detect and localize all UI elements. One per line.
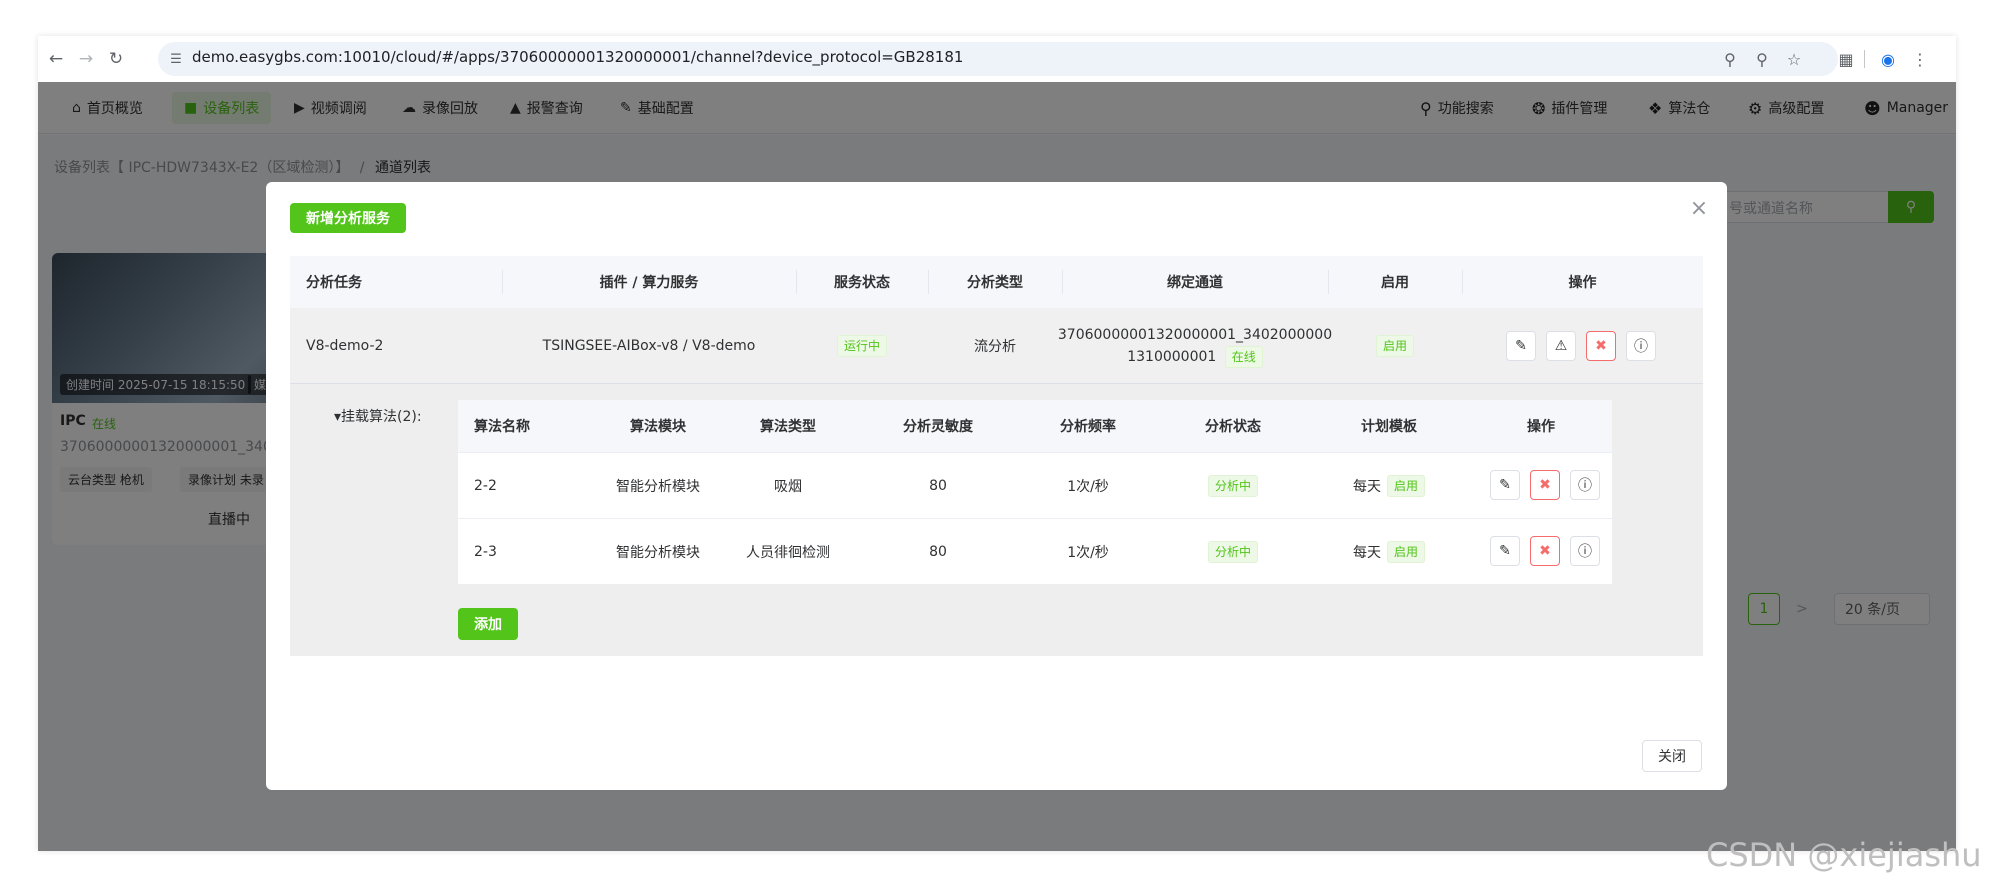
algo-plan: 每天: [1352, 545, 1381, 561]
bound-channel-id-cont: 1310000001 在线: [1127, 346, 1263, 368]
trash-icon: ✖: [1595, 338, 1607, 354]
toolbar-divider: [1864, 50, 1865, 68]
enabled-badge: 启用: [1375, 335, 1414, 357]
add-algorithm-button[interactable]: 添加: [458, 608, 518, 640]
col-header: 服务状态: [834, 275, 890, 291]
info-icon: ⓘ: [1578, 544, 1592, 560]
trash-icon: ✖: [1539, 543, 1551, 559]
col-header: 启用: [1381, 275, 1409, 291]
sub-col-header: 分析状态: [1205, 419, 1261, 435]
col-header: 操作: [1568, 275, 1597, 291]
bound-channel-id-tail: 1310000001: [1127, 349, 1217, 365]
algo-name: 2-3: [474, 544, 497, 560]
url-text[interactable]: demo.easygbs.com:10010/cloud/#/apps/3706…: [192, 48, 963, 66]
sub-col-header: 算法模块: [630, 419, 686, 435]
info-icon: ⓘ: [1578, 478, 1592, 494]
algorithm-table: 算法名称 算法模块 算法类型 分析灵敏度 分析频率 分析状态 计划模板 操作 2…: [458, 400, 1612, 584]
alarm-light-icon: ⚠: [1554, 338, 1568, 354]
algo-plan-cell: 每天 启用: [1308, 453, 1470, 519]
algo-state-badge: 分析中: [1207, 541, 1258, 563]
algo-frequency: 1次/秒: [1067, 479, 1109, 495]
algo-module: 智能分析模块: [616, 479, 700, 495]
key-icon[interactable]: ⚲: [1718, 47, 1742, 71]
close-dialog-button[interactable]: 关闭: [1642, 740, 1702, 772]
service-status-badge: 运行中: [836, 335, 887, 357]
forward-arrow-icon[interactable]: →: [74, 47, 98, 71]
col-header: 插件 / 算力服务: [599, 275, 699, 291]
sub-col-header: 算法类型: [760, 419, 816, 435]
algo-state-cell: 分析中: [1158, 453, 1308, 519]
table-row[interactable]: V8-demo-2 TSINGSEE-AIBox-v8 / V8-demo 运行…: [290, 308, 1703, 384]
algo-sensitivity: 80: [929, 544, 947, 560]
site-settings-icon[interactable]: ☰: [164, 47, 188, 71]
task-name: V8-demo-2: [306, 338, 384, 354]
edit-icon: ✎: [1499, 477, 1511, 493]
sub-col-header: 操作: [1527, 419, 1555, 435]
bound-channel-id: 37060000001320000001_3402000000: [1057, 327, 1333, 343]
info-button[interactable]: ⓘ: [1626, 331, 1656, 361]
enabled-cell: 启用: [1328, 308, 1462, 384]
mounted-algorithms-toggle[interactable]: ▾挂载算法(2):: [334, 406, 422, 426]
edit-icon: ✎: [1499, 543, 1511, 559]
service-status-cell: 运行中: [796, 308, 928, 384]
algo-info-button[interactable]: ⓘ: [1570, 470, 1600, 500]
add-analysis-service-button[interactable]: 新增分析服务: [290, 203, 406, 233]
service-name: TSINGSEE-AIBox-v8 / V8-demo: [542, 338, 756, 354]
algo-plan-cell: 每天 启用: [1308, 519, 1470, 585]
col-header: 分析任务: [306, 275, 362, 291]
profile-icon[interactable]: ◉: [1876, 47, 1900, 71]
delete-button[interactable]: ✖: [1586, 331, 1616, 361]
algo-delete-button[interactable]: ✖: [1530, 536, 1560, 566]
algorithm-table-header: 算法名称 算法模块 算法类型 分析灵敏度 分析频率 分析状态 计划模板 操作: [458, 400, 1612, 452]
sub-col-header: 分析频率: [1060, 419, 1116, 435]
zoom-icon[interactable]: ⚲: [1750, 47, 1774, 71]
algo-state-cell: 分析中: [1158, 519, 1308, 585]
algo-frequency: 1次/秒: [1067, 545, 1109, 561]
algo-type: 吸烟: [774, 479, 802, 495]
plan-enabled-badge: 启用: [1386, 475, 1425, 497]
algo-edit-button[interactable]: ✎: [1490, 536, 1520, 566]
edit-button[interactable]: ✎: [1506, 331, 1536, 361]
algo-state-badge: 分析中: [1207, 475, 1258, 497]
mounted-algorithms-label: 挂载算法(2):: [341, 409, 422, 425]
analysis-service-dialog: × 新增分析服务 分析任务 插件 / 算力服务 服务状态 分析类型 绑定通道 启…: [266, 182, 1727, 790]
expanded-row: ▾挂载算法(2): 算法名称 算法模块 算法类型 分析灵敏度 分析频率 分析状态…: [290, 384, 1703, 656]
bound-channel-cell: 37060000001320000001_3402000000 13100000…: [1058, 308, 1332, 384]
col-header: 分析类型: [967, 275, 1023, 291]
trash-icon: ✖: [1539, 477, 1551, 493]
sub-col-header: 计划模板: [1361, 419, 1417, 435]
channel-status-badge: 在线: [1224, 346, 1263, 368]
algorithm-row[interactable]: 2-2 智能分析模块 吸烟 80 1次/秒 分析中 每天 启用 ✎ ✖ ⓘ: [458, 452, 1612, 518]
sub-col-header: 分析灵敏度: [903, 419, 973, 435]
alarm-button[interactable]: ⚠: [1546, 331, 1576, 361]
algo-delete-button[interactable]: ✖: [1530, 470, 1560, 500]
table-header: 分析任务 插件 / 算力服务 服务状态 分析类型 绑定通道 启用 操作: [290, 256, 1703, 308]
caret-down-icon: ▾: [334, 409, 342, 425]
sub-col-header: 算法名称: [474, 419, 530, 435]
address-bar-area: ← → ↻ ☰ demo.easygbs.com:10010/cloud/#/a…: [38, 36, 1956, 82]
info-icon: ⓘ: [1634, 339, 1648, 355]
algo-name: 2-2: [474, 478, 497, 494]
close-icon[interactable]: ×: [1689, 196, 1709, 221]
plan-enabled-badge: 启用: [1386, 541, 1425, 563]
star-icon[interactable]: ☆: [1782, 47, 1806, 71]
menu-dots-icon[interactable]: ⋮: [1908, 47, 1932, 71]
col-header: 绑定通道: [1167, 275, 1223, 291]
watermark-text: CSDN @xiejiashu: [1706, 836, 1982, 874]
algo-info-button[interactable]: ⓘ: [1570, 536, 1600, 566]
back-arrow-icon[interactable]: ←: [44, 47, 68, 71]
extensions-icon[interactable]: ▦: [1834, 47, 1858, 71]
algo-sensitivity: 80: [929, 478, 947, 494]
analysis-type: 流分析: [974, 339, 1016, 355]
reload-icon[interactable]: ↻: [104, 47, 128, 71]
edit-icon: ✎: [1515, 338, 1527, 354]
algorithm-row[interactable]: 2-3 智能分析模块 人员徘徊检测 80 1次/秒 分析中 每天 启用 ✎ ✖ …: [458, 518, 1612, 584]
algo-type: 人员徘徊检测: [746, 545, 830, 561]
algo-plan: 每天: [1352, 479, 1381, 495]
algo-module: 智能分析模块: [616, 545, 700, 561]
algo-edit-button[interactable]: ✎: [1490, 470, 1520, 500]
